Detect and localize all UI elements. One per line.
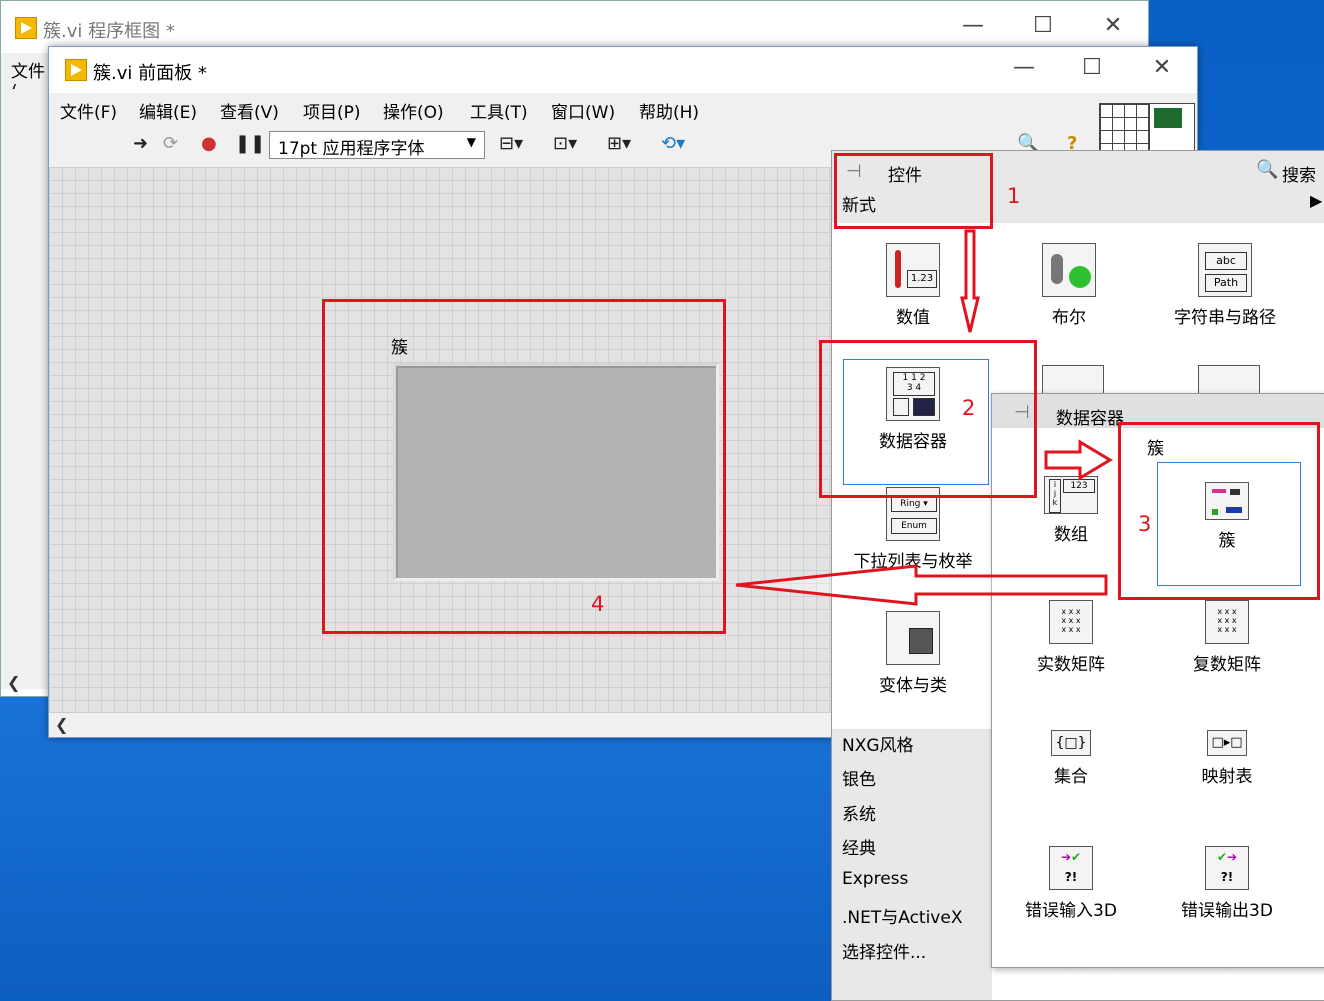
- annotation-arrows: [735, 229, 1113, 606]
- arrow-left: [735, 564, 1108, 606]
- arrow-right: [1044, 439, 1113, 481]
- arrow-down: [960, 229, 980, 333]
- watermark: https://blog.csdn.net/ba_wang_mao: [1064, 970, 1324, 988]
